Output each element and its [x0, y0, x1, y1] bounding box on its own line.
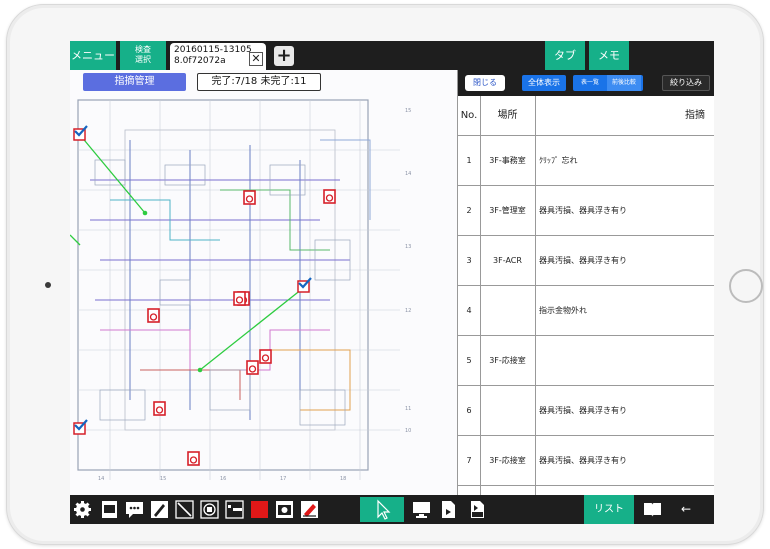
completion-status: 完了:7/18 未完了:11: [197, 73, 321, 91]
app-screen: メニュー 検査 選択 20160115-13105 8.0f72072a ✕ +…: [70, 41, 714, 524]
row-place: 3F-応接室: [489, 456, 526, 465]
stamp-icon[interactable]: [199, 499, 220, 520]
row-no: 6: [466, 406, 472, 415]
photo-document-icon[interactable]: [99, 499, 120, 520]
svg-text:10: 10: [405, 428, 411, 434]
row-note: 器具汚損、器具浮き有り: [539, 406, 627, 415]
row-place: 3F-事務室: [489, 156, 526, 165]
line-width-icon[interactable]: [224, 499, 245, 520]
header-place[interactable]: 場所: [480, 96, 535, 136]
svg-text:13: 13: [405, 244, 411, 250]
add-tab-button[interactable]: +: [274, 46, 294, 66]
pencil-icon[interactable]: [149, 499, 170, 520]
table-row[interactable]: 1 3F-事務室 ｸﾘｯﾌﾟ 忘れ: [458, 136, 714, 186]
book-icon[interactable]: [642, 499, 663, 520]
table-row[interactable]: 2 3F-管理室 器具汚損、器具浮き有り: [458, 186, 714, 236]
svg-text:14: 14: [405, 171, 411, 177]
issue-pin-icon[interactable]: [146, 308, 162, 324]
issue-list-toolbar: 閉じる 全体表示 表一覧 前後比較 絞り込み: [458, 70, 714, 96]
front-camera: [45, 282, 51, 288]
segment-list-view[interactable]: 表一覧: [575, 75, 605, 91]
list-button[interactable]: リスト: [584, 495, 634, 524]
close-panel-button[interactable]: 閉じる: [465, 75, 505, 91]
header-note[interactable]: 指摘: [535, 96, 714, 136]
row-note: ｸﾘｯﾌﾟ 忘れ: [539, 156, 578, 165]
row-no: 4: [466, 306, 472, 315]
issue-pin-icon[interactable]: [322, 189, 338, 205]
home-button[interactable]: [729, 269, 763, 303]
document-tab[interactable]: 20160115-13105 8.0f72072a ✕: [170, 43, 266, 70]
back-arrow-icon[interactable]: ←: [674, 495, 698, 524]
issue-pin-icon[interactable]: [152, 401, 168, 417]
issue-pin-icon[interactable]: [242, 190, 258, 206]
issue-list-panel: 閉じる 全体表示 表一覧 前後比較 絞り込み No. 場所 指摘 1 3F-事務…: [457, 70, 714, 495]
row-note: 器具汚損、器具浮き有り: [539, 256, 627, 265]
monitor-icon[interactable]: [411, 499, 432, 520]
table-row[interactable]: 4 指示金物外れ: [458, 286, 714, 336]
issue-management-button[interactable]: 指摘管理: [83, 73, 186, 91]
row-no: 2: [466, 206, 472, 215]
row-no: 3: [466, 256, 472, 265]
line-tool-icon[interactable]: [174, 499, 195, 520]
row-place: 3F-応接室: [489, 356, 526, 365]
tab-button[interactable]: タブ: [545, 41, 585, 70]
row-note: 器具汚損、器具浮き有り: [539, 206, 627, 215]
table-row[interactable]: 6 器具汚損、器具浮き有り: [458, 386, 714, 436]
camera-icon[interactable]: [274, 499, 295, 520]
completed-pin-icon[interactable]: [72, 125, 88, 141]
table-header: No. 場所 指摘: [458, 96, 714, 136]
row-no: 5: [466, 356, 472, 365]
segment-compare-view[interactable]: 前後比較: [607, 75, 641, 91]
row-note: [535, 336, 714, 386]
row-note: 指示金物外れ: [539, 306, 587, 315]
svg-text:14: 14: [98, 476, 104, 482]
inspection-select-button[interactable]: 検査 選択: [120, 41, 166, 70]
gear-icon[interactable]: [72, 499, 93, 520]
svg-text:18: 18: [340, 476, 346, 482]
select-tool-button[interactable]: [360, 497, 404, 522]
completed-pin-icon[interactable]: [296, 277, 312, 293]
svg-text:17: 17: [280, 476, 286, 482]
table-row[interactable]: 3 3F-ACR 器具汚損、器具浮き有り: [458, 236, 714, 286]
show-all-button[interactable]: 全体表示: [522, 75, 566, 91]
menu-button[interactable]: メニュー: [70, 41, 116, 70]
svg-text:11: 11: [405, 406, 411, 412]
comment-icon[interactable]: [124, 499, 145, 520]
table-row[interactable]: 5 3F-応接室: [458, 336, 714, 386]
top-bar: メニュー 検査 選択 20160115-13105 8.0f72072a ✕ +…: [70, 41, 714, 70]
cursor-icon: [377, 499, 391, 520]
issue-pin-icon[interactable]: [232, 291, 248, 307]
floor-plan-drawing: 15 14 13 12 11 10 14 15 16 17 18: [70, 70, 457, 495]
filter-button[interactable]: 絞り込み: [662, 75, 710, 91]
pdf-icon[interactable]: [467, 499, 488, 520]
header-no[interactable]: No.: [458, 96, 480, 136]
issue-table: No. 場所 指摘 1 3F-事務室 ｸﾘｯﾌﾟ 忘れ 2 3F-管理室 器具汚…: [458, 96, 714, 486]
eraser-icon[interactable]: [299, 499, 320, 520]
svg-text:15: 15: [160, 476, 166, 482]
svg-text:16: 16: [220, 476, 226, 482]
svg-text:15: 15: [405, 108, 411, 114]
row-place: [480, 386, 535, 436]
issue-pin-icon[interactable]: [245, 360, 261, 376]
row-no: 7: [466, 456, 472, 465]
row-place: 3F-管理室: [489, 206, 526, 215]
bottom-toolbar: リスト ←: [70, 495, 714, 524]
issue-pin-icon[interactable]: [186, 451, 202, 467]
row-place: [480, 286, 535, 336]
table-row[interactable]: 7 3F-応接室 器具汚損、器具浮き有り: [458, 436, 714, 486]
svg-text:12: 12: [405, 308, 411, 314]
row-no: 1: [466, 156, 472, 165]
row-place: 3F-ACR: [493, 256, 522, 265]
view-mode-segment: 表一覧 前後比較: [573, 75, 643, 91]
color-red-icon[interactable]: [249, 499, 270, 520]
completed-pin-icon[interactable]: [72, 419, 88, 435]
close-tab-button[interactable]: ✕: [249, 52, 263, 66]
row-note: 器具汚損、器具浮き有り: [539, 456, 627, 465]
export-document-icon[interactable]: [438, 499, 459, 520]
memo-button[interactable]: メモ: [589, 41, 629, 70]
floor-plan-view[interactable]: 15 14 13 12 11 10 14 15 16 17 18 指摘管理 完了:7/18 未…: [70, 70, 457, 495]
